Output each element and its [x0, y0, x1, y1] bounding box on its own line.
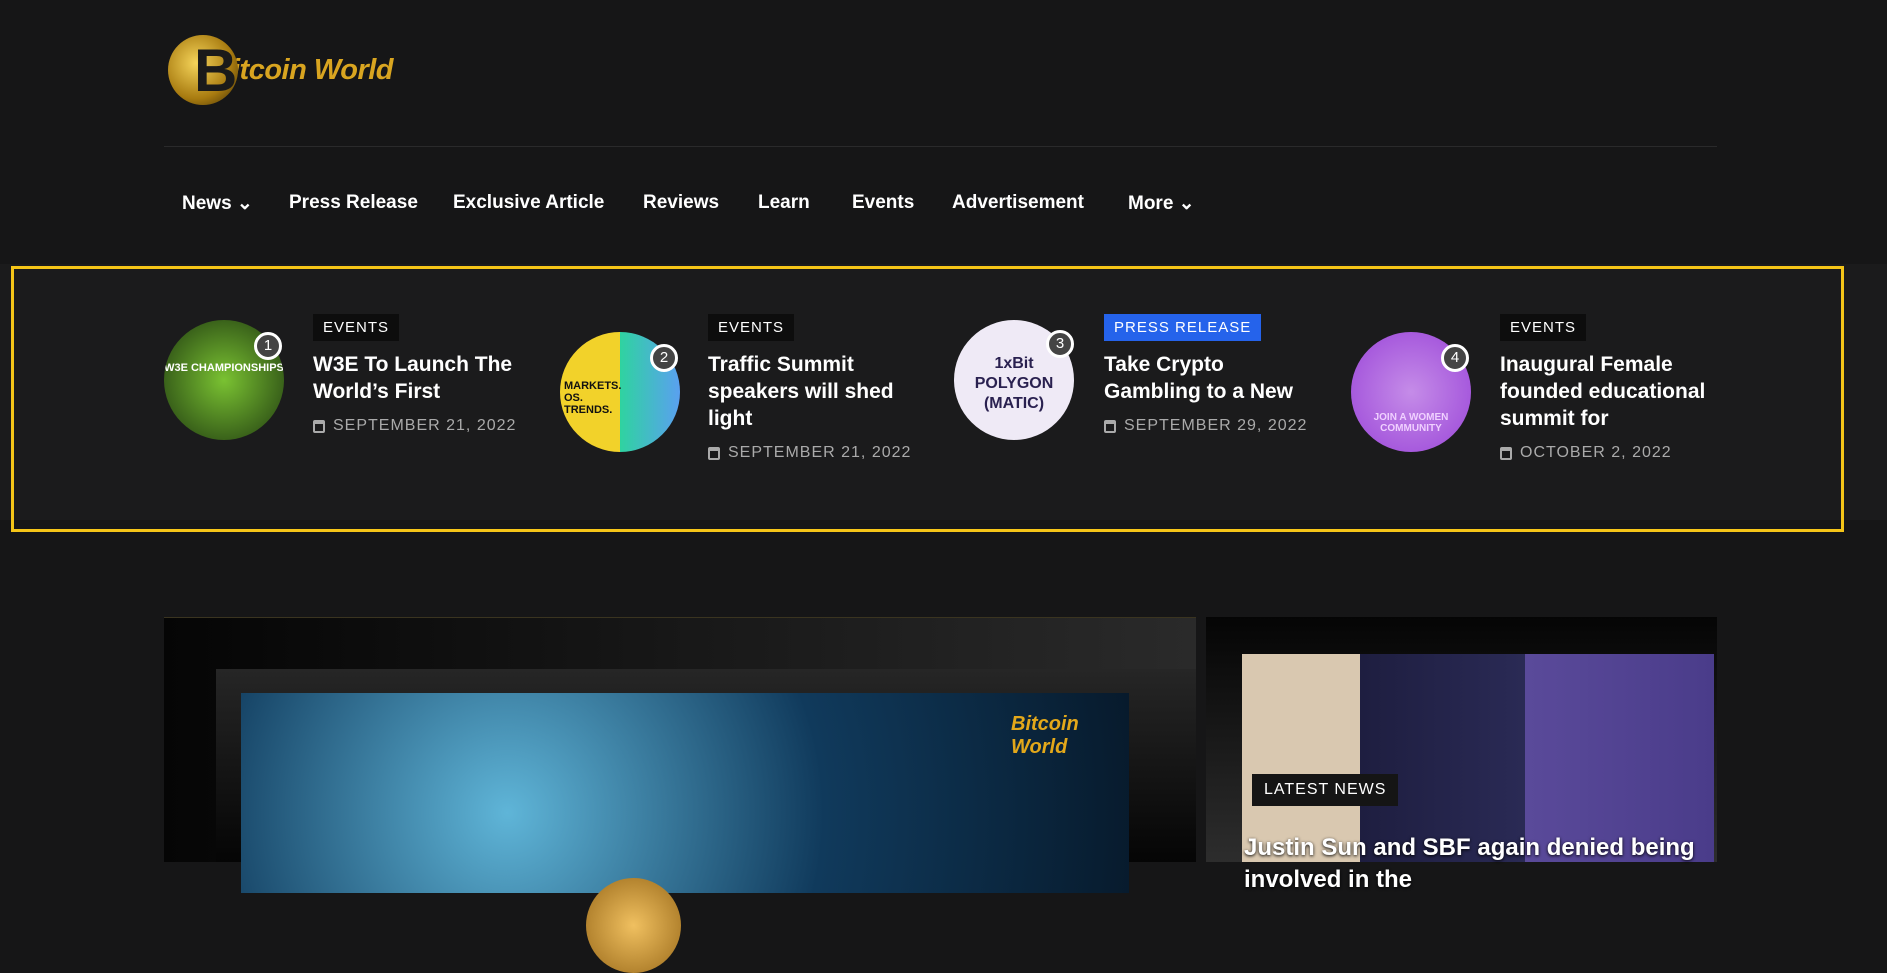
nav-events[interactable]: Events [852, 192, 914, 214]
nav-press-release[interactable]: Press Release [289, 192, 418, 214]
nav-reviews[interactable]: Reviews [643, 192, 719, 214]
logo-text: itcoin World [232, 53, 394, 86]
watermark-logo: Bitcoin World [1011, 713, 1079, 758]
nav-learn[interactable]: Learn [758, 192, 810, 214]
featured-image[interactable]: Bitcoin World [241, 693, 1129, 973]
latest-news-title[interactable]: Justin Sun and SBF again denied being in… [1244, 832, 1714, 896]
latest-news-badge[interactable]: LATEST NEWS [1252, 774, 1399, 806]
nav-news[interactable]: News ⌄ [182, 192, 253, 215]
logo-globe-icon: B [168, 35, 238, 105]
site-logo[interactable]: B itcoin World [168, 26, 394, 114]
bitcoin-coin-image [586, 878, 681, 973]
nav-more[interactable]: More ⌄ [1128, 192, 1195, 215]
highlight-box [11, 266, 1844, 532]
featured-post[interactable]: Bitcoin World [164, 617, 1196, 973]
latest-news-image[interactable]: LATEST NEWS Justin Sun and SBF again den… [1242, 654, 1714, 893]
header-divider [164, 146, 1717, 147]
latest-news-card[interactable]: LATEST NEWS Justin Sun and SBF again den… [1206, 617, 1717, 893]
nav-exclusive-article[interactable]: Exclusive Article [453, 192, 604, 214]
nav-advertisement[interactable]: Advertisement [952, 192, 1084, 214]
